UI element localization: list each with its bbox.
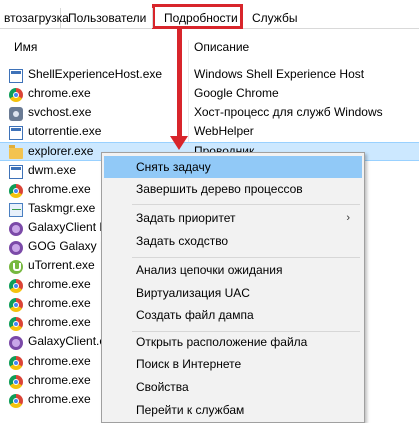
menu-separator bbox=[132, 204, 360, 205]
gog-icon bbox=[9, 222, 23, 236]
chrome-icon bbox=[9, 394, 23, 408]
process-name: uTorrent.exe bbox=[28, 258, 95, 272]
utorrent-icon bbox=[9, 260, 23, 274]
process-name: Taskmgr.exe bbox=[28, 201, 96, 215]
tab-services[interactable]: Службы bbox=[250, 8, 312, 28]
tab-users[interactable]: Пользователи bbox=[62, 8, 153, 28]
menu-item-search-online[interactable]: Поиск в Интернете bbox=[104, 353, 362, 375]
process-name: GOG Galaxy N bbox=[28, 239, 109, 253]
menu-item-label: Задать приоритет bbox=[136, 211, 236, 225]
process-name: chrome.exe bbox=[28, 373, 91, 387]
window-icon bbox=[9, 126, 23, 140]
process-name: GalaxyClient H bbox=[28, 220, 109, 234]
process-name: chrome.exe bbox=[28, 354, 91, 368]
gog-icon bbox=[9, 241, 23, 255]
menu-separator bbox=[132, 257, 360, 258]
menu-item-end-task[interactable]: Снять задачу bbox=[104, 156, 362, 178]
menu-item-uac-virtualization[interactable]: Виртуализация UAC bbox=[104, 282, 362, 304]
process-description: Google Chrome bbox=[194, 86, 279, 100]
table-row[interactable]: svchost.exe Хост-процесс для служб Window… bbox=[0, 104, 419, 123]
gear-icon bbox=[9, 107, 23, 121]
menu-item-go-to-services[interactable]: Перейти к службам bbox=[104, 399, 362, 421]
annotation-arrow-shaft bbox=[177, 29, 182, 139]
menu-item-set-priority[interactable]: Задать приоритет › bbox=[104, 207, 362, 229]
table-row[interactable]: ShellExperienceHost.exe Windows Shell Exp… bbox=[0, 66, 419, 85]
menu-item-create-dump-file[interactable]: Создать файл дампа bbox=[104, 304, 362, 326]
process-name: utorrentie.exe bbox=[28, 124, 102, 138]
process-name: GalaxyClient.e bbox=[28, 334, 107, 348]
process-name: dwm.exe bbox=[28, 163, 77, 177]
tab-bar: втозагрузка Пользователи Подробности Слу… bbox=[0, 0, 419, 29]
process-name: chrome.exe bbox=[28, 296, 91, 310]
menu-item-set-affinity[interactable]: Задать сходство bbox=[104, 230, 362, 252]
window-icon bbox=[9, 69, 23, 83]
process-description: WebHelper bbox=[194, 124, 254, 138]
process-name: svchost.exe bbox=[28, 105, 92, 119]
table-row[interactable]: utorrentie.exe WebHelper bbox=[0, 123, 419, 142]
chrome-icon bbox=[9, 279, 23, 293]
chrome-icon bbox=[9, 184, 23, 198]
process-name: chrome.exe bbox=[28, 182, 91, 196]
process-name: chrome.exe bbox=[28, 277, 91, 291]
process-name: chrome.exe bbox=[28, 392, 91, 406]
chrome-icon bbox=[9, 356, 23, 370]
context-menu: Снять задачу Завершить дерево процессов … bbox=[101, 152, 365, 423]
chrome-icon bbox=[9, 298, 23, 312]
process-name: explorer.exe bbox=[28, 144, 94, 158]
column-header-description[interactable]: Описание bbox=[194, 40, 249, 54]
menu-item-open-file-location[interactable]: Открыть расположение файла bbox=[104, 331, 362, 353]
process-name: ShellExperienceHost.exe bbox=[28, 67, 163, 81]
chrome-icon bbox=[9, 88, 23, 102]
process-name: chrome.exe bbox=[28, 86, 91, 100]
task-manager-icon bbox=[9, 203, 23, 217]
table-row[interactable]: chrome.exe Google Chrome bbox=[0, 85, 419, 104]
tab-startup[interactable]: втозагрузка bbox=[4, 8, 69, 28]
column-header-name[interactable]: Имя bbox=[14, 40, 37, 54]
annotation-arrow-head bbox=[170, 136, 188, 150]
submenu-chevron-icon: › bbox=[346, 212, 350, 224]
folder-icon bbox=[9, 145, 23, 159]
window-icon bbox=[9, 165, 23, 179]
chrome-icon bbox=[9, 375, 23, 389]
tab-details[interactable]: Подробности bbox=[158, 8, 248, 28]
menu-item-analyze-wait-chain[interactable]: Анализ цепочки ожидания bbox=[104, 259, 362, 281]
menu-item-end-process-tree[interactable]: Завершить дерево процессов bbox=[104, 178, 362, 200]
process-description: Хост-процесс для служб Windows bbox=[194, 105, 383, 119]
menu-item-properties[interactable]: Свойства bbox=[104, 376, 362, 398]
process-name: chrome.exe bbox=[28, 315, 91, 329]
gog-icon bbox=[9, 336, 23, 350]
process-description: Windows Shell Experience Host bbox=[194, 67, 365, 81]
chrome-icon bbox=[9, 317, 23, 331]
